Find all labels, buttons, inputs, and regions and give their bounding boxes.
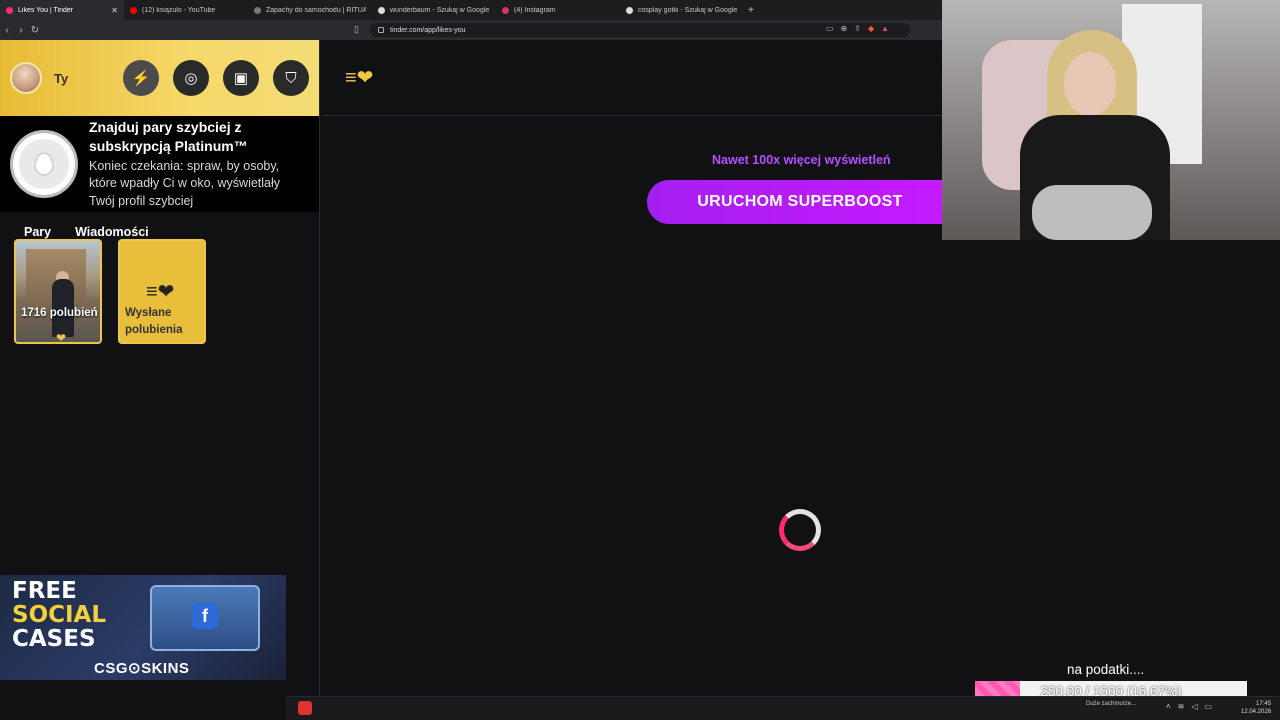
browser-extensions: ▭ ⊕ ⇪ ◆ ▲ [826,24,889,33]
tray-chevron-icon[interactable]: ˄ [1166,702,1171,711]
browser-tab-bar: Likes You | Tinder ✕ (12) książulo - You… [0,0,942,20]
briefcase-icon: ▣ [233,70,249,87]
tab-tinder[interactable]: Likes You | Tinder ✕ [0,0,124,20]
ad-line-2: SOCIAL [12,602,107,628]
ad-brand: CSG⊙SKINS [94,660,190,677]
explore-icon: ◎ [184,70,198,87]
tab-rituals[interactable]: Zapachy do samochodu | RITUALS [248,0,372,20]
likes-you-card[interactable]: 1716 polubień ❤ [14,239,102,344]
facebook-icon: f [192,603,218,629]
brave-rewards-icon[interactable]: ▲ [881,24,889,33]
likes-count: 1716 polubień [21,307,98,319]
reload-icon[interactable]: ↻ [28,25,42,36]
likes-cards: 1716 polubień ❤ ≡❤ Wysłane polubienia [14,239,206,344]
likes-you-icon: ≡❤ [345,67,374,89]
google-favicon-icon [626,6,633,14]
tab-youtube[interactable]: (12) książulo - YouTube [124,0,248,20]
explore-button[interactable]: ◎ [173,60,209,96]
tab-label: Likes You | Tinder [18,6,74,14]
weather-text: Duże zachmurze... [1086,701,1137,707]
ad-headline: FREE SOCIAL CASES [12,579,106,651]
address-bar-row: ‹ › ↻ ▯ tinder.com/app/likes-you ▭ ⊕ ⇪ ◆… [0,20,942,40]
share-icon[interactable]: ⇪ [854,24,861,33]
profile-name[interactable]: Ty [54,71,68,86]
cam-legs [1032,185,1152,240]
promo-title: Znajduj pary szybciej z subskrypcją Plat… [89,118,248,154]
safety-button[interactable]: ⛉ [273,60,309,96]
gold-heart-icon: ❤ [56,331,67,344]
brave-shield-icon[interactable]: ◆ [868,24,874,33]
google-favicon-icon [378,6,385,14]
weather-widget[interactable]: Duże zachmurze... [1086,700,1136,708]
rituals-favicon-icon [254,6,261,14]
screen: Likes You | Tinder ✕ (12) książulo - You… [0,0,1280,720]
header-buttons: ⚡ ◎ ▣ ⛉ [123,60,309,96]
zoom-icon[interactable]: ⊕ [841,24,848,33]
avatar[interactable] [10,62,42,94]
csgoskins-ad[interactable]: FREE SOCIAL CASES f CSG⊙SKINS [0,575,286,680]
webcam-overlay [942,0,1280,240]
new-tab-icon[interactable]: + [748,5,754,16]
boost-button[interactable]: ⚡ [123,60,159,96]
tab-label: wunderbaum - Szukaj w Google [390,6,490,14]
site-info-icon[interactable] [378,27,384,33]
tab-label: (12) książulo - YouTube [142,6,216,14]
tab-instagram[interactable]: (4) Instagram [496,0,620,20]
brave-taskbar-icon[interactable] [298,701,312,715]
forward-icon[interactable]: › [14,25,28,36]
tab-label: Zapachy do samochodu | RITUALS [266,6,366,14]
volume-icon[interactable]: ◁ [1191,702,1197,711]
boost-icon: ⚡ [131,70,151,87]
url-text: tinder.com/app/likes-you [390,26,466,34]
sent-likes-card[interactable]: ≡❤ Wysłane polubienia [118,239,206,344]
cast-icon[interactable]: ▭ [826,24,834,33]
network-icon[interactable]: ≋ [1178,702,1185,711]
profile-header: Ty ⚡ ◎ ▣ ⛉ [0,40,319,116]
tab-label: (4) Instagram [514,6,556,14]
boost-note: Nawet 100x więcej wyświetleń [712,153,891,167]
system-tray: ˄ ≋ ◁ ▭ [1166,702,1212,711]
ad-line-3: CASES [12,626,96,652]
work-mode-button[interactable]: ▣ [223,60,259,96]
donation-goal-label: na podatki.... [1067,662,1145,677]
back-icon[interactable]: ‹ [0,25,14,36]
shield-icon: ⛉ [285,69,297,87]
promo-subtitle: Koniec czekania: spraw, by osoby, które … [89,158,281,208]
tab-messages[interactable]: Wiadomości [75,225,149,239]
ad-line-1: FREE [12,578,77,604]
loading-spinner-icon [779,509,821,551]
taskbar: Duże zachmurze... ˄ ≋ ◁ ▭ 17:45 12.04.20… [286,696,1280,720]
cam-face [1064,52,1116,116]
platinum-logo-icon [10,130,78,198]
tab-google-cosplay[interactable]: cosplay gotki - Szukaj w Google [620,0,744,20]
clock-time: 17:45 [1256,701,1272,707]
tab-google-wunderbaum[interactable]: wunderbaum - Szukaj w Google [372,0,496,20]
instagram-favicon-icon [502,6,509,14]
tab-label: cosplay gotki - Szukaj w Google [638,6,738,14]
bookmark-icon[interactable]: ▯ [354,24,359,35]
clock[interactable]: 17:45 12.04.2026 [1241,700,1271,716]
clock-date: 12.04.2026 [1241,709,1272,715]
youtube-favicon-icon [130,6,137,14]
tinder-favicon-icon [6,6,13,14]
platinum-promo[interactable]: Znajduj pary szybciej z subskrypcją Plat… [0,116,319,212]
case-box: f [150,585,260,651]
close-tab-icon[interactable]: ✕ [111,6,118,15]
sent-likes-label: Wysłane polubienia [125,307,183,336]
superboost-button[interactable]: URUCHOM SUPERBOOST [647,180,947,224]
battery-icon[interactable]: ▭ [1205,702,1213,711]
tab-matches[interactable]: Pary [15,225,61,245]
sent-likes-icon: ≡❤ [146,281,175,303]
